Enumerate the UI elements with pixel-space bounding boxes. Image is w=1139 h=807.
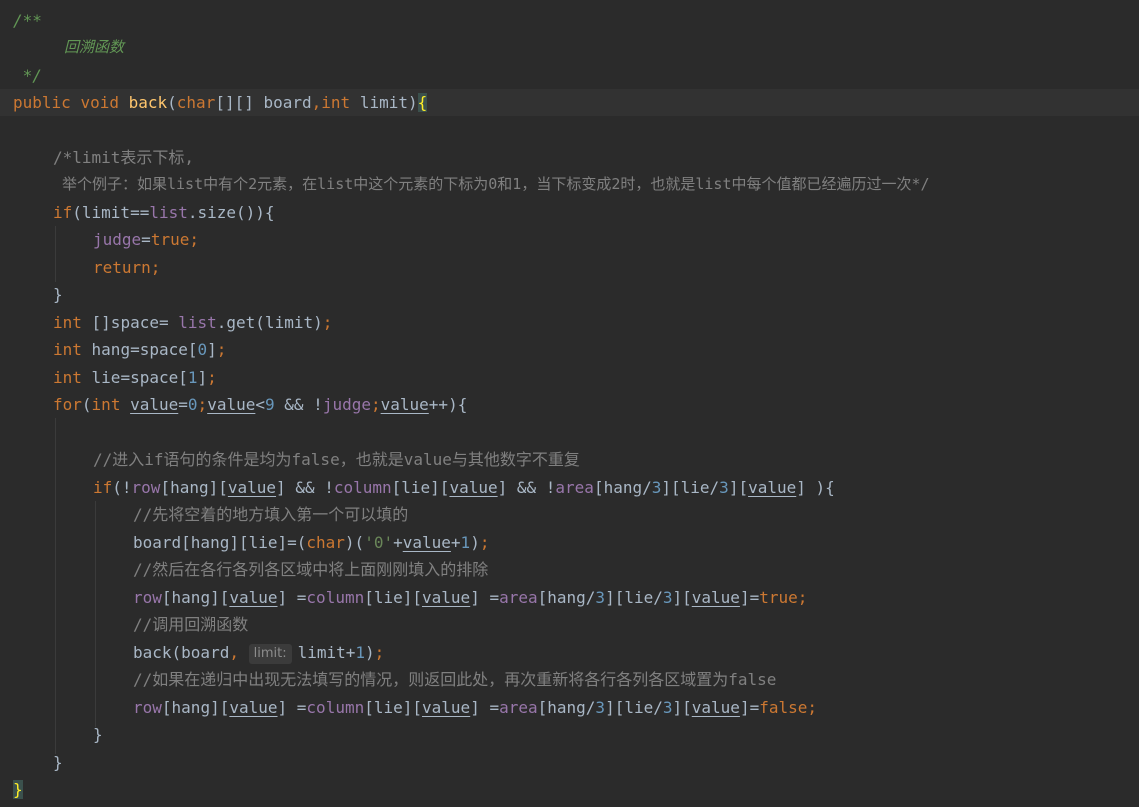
- code-line[interactable]: //进入if语句的条件是均为false，也就是value与其他数字不重复: [0, 446, 1139, 473]
- code-line[interactable]: int []space= list.get(limit);: [0, 309, 1139, 336]
- code-text: return;: [93, 258, 161, 277]
- doc-comment-close: */: [13, 66, 42, 85]
- code-text: int hang=space[0];: [53, 340, 227, 359]
- param: limit): [350, 93, 418, 112]
- code-text: if(!row[hang][value] && !column[lie][val…: [93, 478, 835, 497]
- keyword: char: [176, 93, 216, 112]
- code-text: }: [53, 285, 63, 304]
- code-line[interactable]: board[hang][lie]=(char)('0'+value+1);: [0, 529, 1139, 556]
- parameter-hint: limit:: [248, 644, 292, 664]
- code-line[interactable]: //然后在各行各列各区域中将上面刚刚填入的排除: [0, 556, 1139, 583]
- doc-comment-open: /**: [13, 11, 42, 30]
- method-name: back: [128, 93, 168, 112]
- keyword: int: [321, 93, 351, 112]
- code-text: judge=true;: [93, 230, 199, 249]
- code-text: }: [13, 776, 23, 803]
- code-editor[interactable]: /** 回溯函数 */ public void back(char[][] bo…: [0, 0, 1139, 807]
- code-line[interactable]: back(board, limit: limit+1);: [0, 639, 1139, 666]
- code-text: for(int value=0;value<9 && !judge;value+…: [53, 395, 468, 414]
- code-text: if(limit==list.size()){: [53, 203, 275, 222]
- code-line[interactable]: 举个例子：如果list中有个2元素，在list中这个元素的下标为0和1，当下标变…: [0, 171, 1139, 198]
- code-line[interactable]: */: [0, 62, 1139, 89]
- matched-brace: {: [417, 93, 428, 112]
- code-line[interactable]: /*limit表示下标,: [0, 144, 1139, 171]
- code-text: back(board, limit: limit+1);: [133, 643, 385, 664]
- matched-brace: }: [13, 780, 23, 799]
- line-comment: //进入if语句的条件是均为false，也就是value与其他数字不重复: [93, 450, 580, 469]
- code-line[interactable]: 回溯函数: [0, 34, 1139, 61]
- code-line[interactable]: row[hang][value] =column[lie][value] =ar…: [0, 694, 1139, 721]
- line-comment: //如果在递归中出现无法填写的情况，则返回此处，再次重新将各行各列各区域置为fa…: [133, 670, 777, 689]
- param: [][] board: [215, 93, 312, 112]
- code-text: board[hang][lie]=(char)('0'+value+1);: [133, 533, 490, 552]
- code-line[interactable]: }: [0, 281, 1139, 308]
- code-line[interactable]: //调用回溯函数: [0, 611, 1139, 638]
- code-line[interactable]: //如果在递归中出现无法填写的情况，则返回此处，再次重新将各行各列各区域置为fa…: [0, 666, 1139, 693]
- code-line[interactable]: judge=true;: [0, 226, 1139, 253]
- code-line[interactable]: return;: [0, 254, 1139, 281]
- code-line[interactable]: for(int value=0;value<9 && !judge;value+…: [0, 391, 1139, 418]
- code-text: row[hang][value] =column[lie][value] =ar…: [133, 588, 808, 607]
- block-comment: 举个例子：如果list中有个2元素，在list中这个元素的下标为0和1，当下标变…: [62, 175, 930, 193]
- code-line[interactable]: }: [0, 749, 1139, 776]
- line-comment: //调用回溯函数: [133, 615, 249, 634]
- method-signature: public void back(char[][] board,int limi…: [13, 93, 428, 112]
- code-line[interactable]: int lie=space[1];: [0, 364, 1139, 391]
- code-text: }: [93, 725, 103, 744]
- code-line[interactable]: }: [0, 776, 1139, 803]
- keyword: public: [13, 93, 71, 112]
- code-text: }: [53, 753, 63, 772]
- code-text: row[hang][value] =column[lie][value] =ar…: [133, 698, 817, 717]
- code-text: int []space= list.get(limit);: [53, 313, 333, 332]
- doc-comment-text: 回溯函数: [64, 38, 125, 56]
- code-line[interactable]: if(!row[hang][value] && !column[lie][val…: [0, 474, 1139, 501]
- code-line[interactable]: }: [0, 721, 1139, 748]
- code-line[interactable]: if(limit==list.size()){: [0, 199, 1139, 226]
- line-comment: //然后在各行各列各区域中将上面刚刚填入的排除: [133, 560, 489, 579]
- code-line[interactable]: /**: [0, 7, 1139, 34]
- code-line[interactable]: int hang=space[0];: [0, 336, 1139, 363]
- block-comment: /*limit表示下标,: [53, 148, 195, 167]
- code-line[interactable]: row[hang][value] =column[lie][value] =ar…: [0, 584, 1139, 611]
- keyword: void: [80, 93, 119, 112]
- code-line[interactable]: //先将空着的地方填入第一个可以填的: [0, 501, 1139, 528]
- code-line-current[interactable]: public void back(char[][] board,int limi…: [0, 89, 1139, 116]
- line-comment: //先将空着的地方填入第一个可以填的: [133, 505, 409, 524]
- code-text: int lie=space[1];: [53, 368, 217, 387]
